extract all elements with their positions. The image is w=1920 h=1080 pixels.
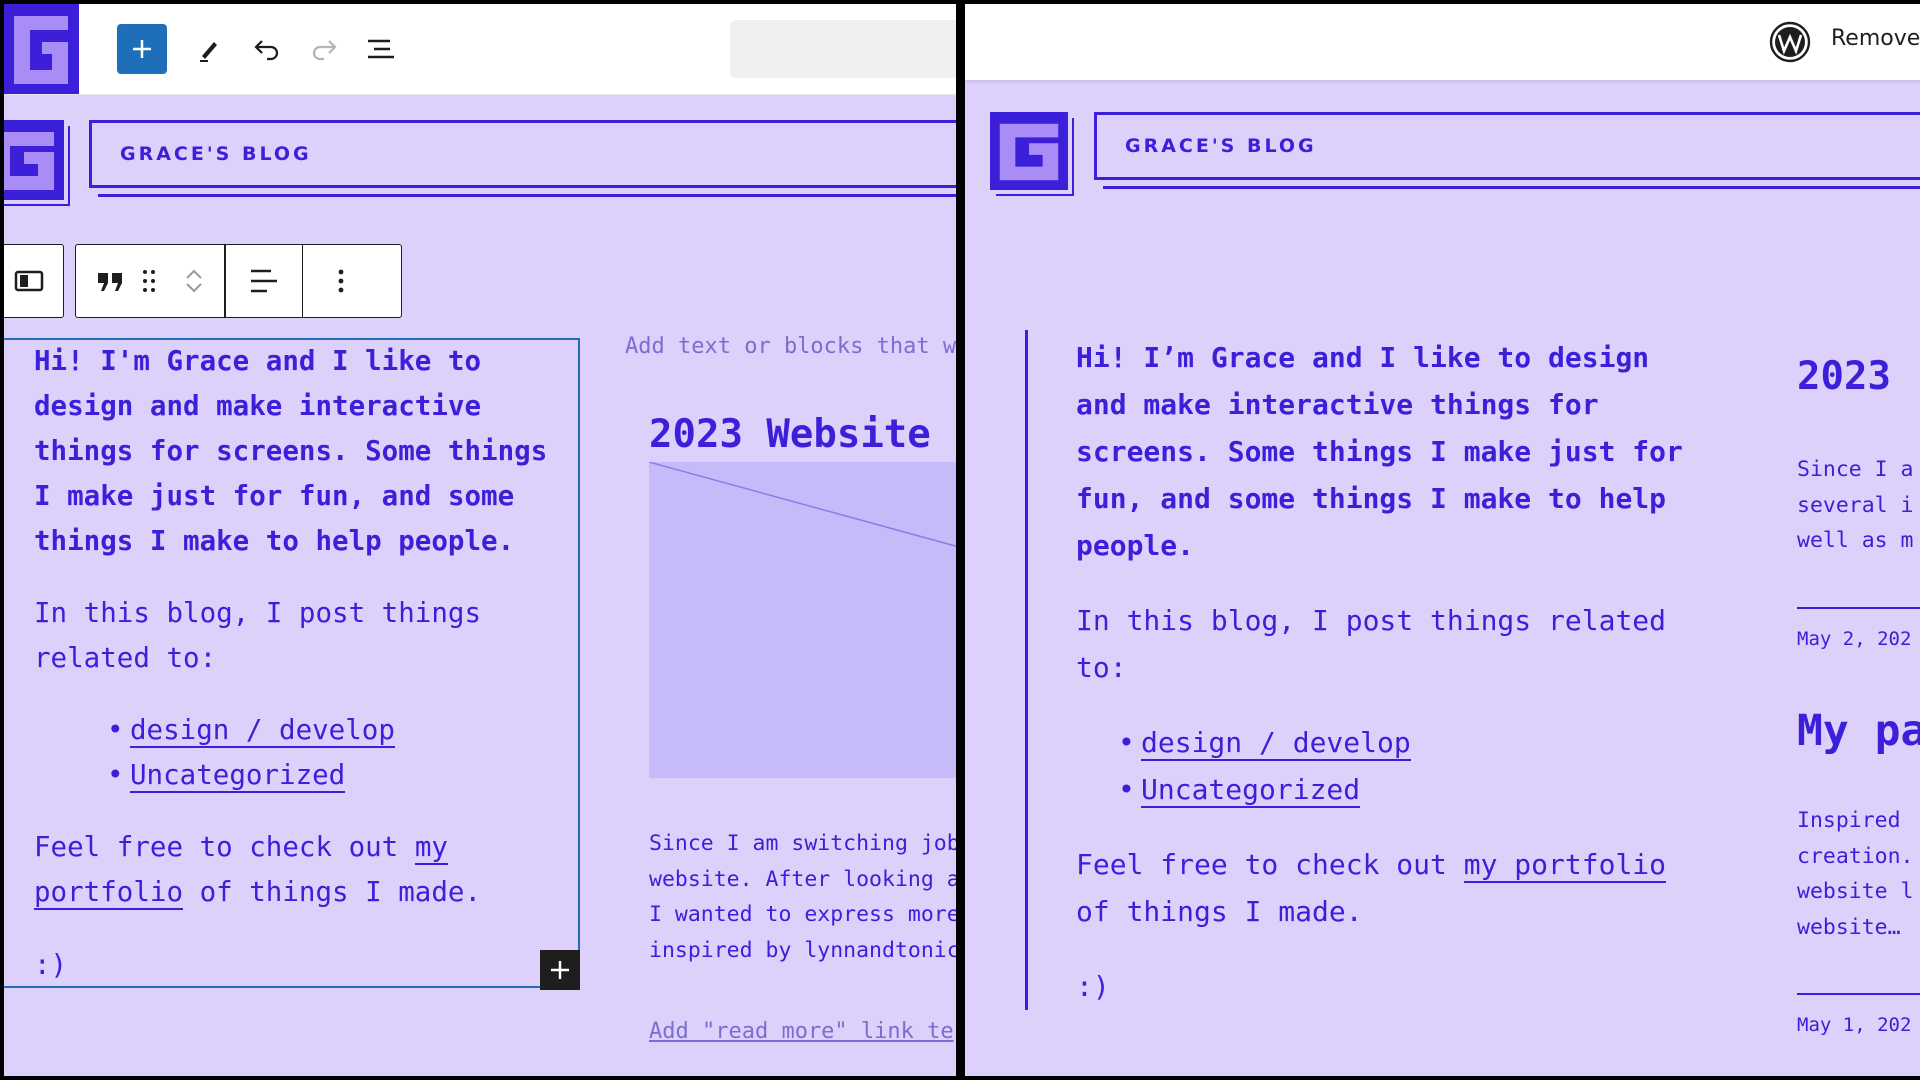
more-options-button[interactable]	[303, 245, 379, 317]
featured-image-placeholder[interactable]	[648, 461, 956, 778]
portfolio-text: Feel free to check out my portfolio of t…	[1076, 848, 1667, 928]
frontend-pane: Remove GRACE'S BLOG Hi! I’m Grace and I …	[965, 4, 1920, 1076]
site-logo[interactable]	[990, 112, 1068, 190]
site-title[interactable]: GRACE'S BLOG	[1094, 112, 1920, 180]
drag-handle-icon	[143, 270, 155, 292]
post-title[interactable]: 2023 Website	[649, 412, 931, 457]
add-block-button[interactable]	[117, 24, 167, 74]
site-title[interactable]: GRACE'S BLOG	[89, 120, 956, 188]
pen-icon	[200, 42, 217, 62]
post-title[interactable]: My pa	[1797, 706, 1920, 756]
editor-pane: GRACE'S BLOG Hi! I'm Grace and I like to…	[4, 4, 956, 1076]
post-title[interactable]: 2023	[1797, 354, 1891, 399]
plus-icon	[133, 40, 151, 58]
quote-block[interactable]: Hi! I'm Grace and I like to design and m…	[34, 339, 574, 988]
quote-icon	[98, 273, 122, 291]
quote-border	[1025, 330, 1028, 1010]
placeholder-diagonal	[648, 461, 956, 547]
intro-text: Hi! I’m Grace and I like to design and m…	[1076, 341, 1683, 562]
blog-topics-text: In this blog, I post things related to:	[1076, 604, 1667, 684]
redo-icon	[312, 40, 337, 61]
admin-bar: Remove	[965, 4, 1920, 80]
smiley-text[interactable]: :)	[34, 943, 574, 988]
quote-block: Hi! I’m Grace and I like to design and m…	[1076, 334, 1716, 1010]
columns-icon	[14, 270, 44, 292]
align-icon	[250, 269, 277, 293]
post-excerpt[interactable]: Since I am switching job website. After …	[649, 826, 956, 968]
drag-handle[interactable]	[134, 245, 164, 317]
post-excerpt: Since I a several i well as m	[1797, 457, 1914, 553]
category-list: design / develop Uncategorized	[107, 708, 574, 798]
plus-icon	[551, 961, 569, 979]
list-item: Uncategorized	[107, 753, 574, 798]
smiley-text: :)	[1076, 970, 1110, 1003]
block-toolbar	[75, 244, 402, 318]
site-logo[interactable]	[4, 120, 64, 200]
editor-top-toolbar	[4, 4, 956, 95]
list-item: Uncategorized	[1118, 766, 1716, 813]
list-item: design / develop	[107, 708, 574, 753]
list-view-button[interactable]	[356, 24, 406, 74]
list-item: design / develop	[1118, 719, 1716, 766]
document-bar[interactable]	[730, 20, 956, 78]
category-link[interactable]: design / develop	[1141, 726, 1411, 761]
post-date: May 1, 202	[1797, 1014, 1912, 1036]
chevron-up-icon[interactable]	[184, 267, 204, 281]
category-link[interactable]: Uncategorized	[130, 759, 346, 793]
category-link[interactable]: design / develop	[130, 714, 395, 748]
parent-block-selector[interactable]	[4, 244, 64, 318]
undo-button[interactable]	[242, 24, 292, 74]
move-block-buttons[interactable]	[164, 245, 224, 317]
site-icon[interactable]	[4, 4, 79, 94]
chevron-down-icon[interactable]	[184, 281, 204, 295]
list-view-icon	[368, 39, 394, 59]
quote-block-button[interactable]	[88, 245, 134, 317]
tools-button[interactable]	[184, 24, 234, 74]
align-button[interactable]	[226, 245, 302, 317]
category-link[interactable]: Uncategorized	[1141, 773, 1361, 808]
post-divider	[1797, 993, 1920, 995]
read-more-placeholder[interactable]: Add "read more" link te	[649, 1019, 954, 1044]
admin-remove-link[interactable]: Remove	[1831, 26, 1920, 51]
intro-text[interactable]: Hi! I'm Grace and I like to design and m…	[34, 339, 574, 564]
block-inserter-button[interactable]	[540, 950, 580, 990]
redo-button[interactable]	[299, 24, 349, 74]
blog-topics-text[interactable]: In this blog, I post things related to:	[34, 591, 574, 681]
post-excerpt: Inspired creation. website l website…	[1797, 808, 1914, 940]
wordpress-logo-icon[interactable]	[1769, 21, 1811, 63]
portfolio-text[interactable]: Feel free to check out my portfolio of t…	[34, 825, 574, 915]
undo-icon	[254, 40, 279, 61]
post-date: May 2, 202	[1797, 628, 1912, 650]
post-divider	[1797, 607, 1920, 609]
column-placeholder-hint[interactable]: Add text or blocks that w	[625, 334, 956, 359]
category-list: design / develop Uncategorized	[1118, 719, 1716, 813]
more-options-icon	[338, 269, 344, 293]
portfolio-link[interactable]: my portfolio	[1463, 848, 1667, 883]
